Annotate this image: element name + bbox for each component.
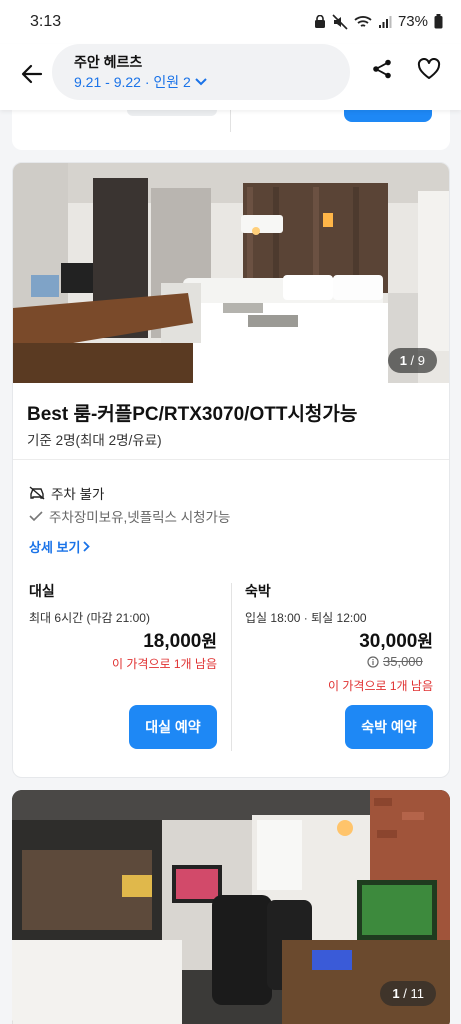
status-bar: 3:13 73% (0, 0, 461, 44)
rental-book-button[interactable]: 대실 예약 (129, 705, 217, 749)
amenity-parking-label: 주차 불가 (51, 487, 105, 502)
check-icon (29, 511, 43, 522)
mute-icon (332, 13, 348, 30)
rental-price: 18,000원 (143, 631, 217, 652)
dates-guests[interactable]: 9.21 - 9.22 · 인원 2 (74, 72, 207, 92)
stay-book-button[interactable]: 숙박 예약 (345, 705, 433, 749)
share-icon (373, 59, 391, 79)
info-icon (367, 655, 379, 668)
signal-icon (378, 15, 392, 28)
room-title: Best 룸-커플PC/RTX3070/OTT시청가능 (27, 404, 358, 425)
status-icons: 73% (314, 13, 443, 30)
next-image-counter: 1 / 11 (380, 981, 436, 1006)
stay-option: 숙박 입실 18:00 · 퇴실 12:00 (245, 581, 449, 626)
room-photo-illustration (13, 163, 449, 383)
room-photo[interactable]: 1 / 9 (13, 163, 449, 383)
amenity-note-label: 주차장미보유,넷플릭스 시청가능 (49, 510, 231, 525)
arrow-left-icon (21, 64, 43, 84)
chevron-down-icon (195, 78, 207, 86)
rental-option: 대실 최대 6시간 (마감 21:00) (29, 581, 234, 626)
place-name: 주안 헤르츠 (74, 54, 143, 70)
battery-percent: 73% (397, 13, 428, 30)
stay-info: 입실 18:00 · 퇴실 12:00 (245, 611, 367, 625)
amenity-note: 주차장미보유,넷플릭스 시청가능 (29, 506, 230, 526)
room-card: 1 / 9 Best 룸-커플PC/RTX3070/OTT시청가능 기준 2명(… (12, 162, 450, 778)
status-time: 3:13 (30, 13, 62, 30)
details-link[interactable]: 상세 보기 (29, 537, 91, 556)
wifi-icon (354, 15, 372, 27)
room-capacity: 기준 2명(최대 2명/유료) (27, 433, 162, 448)
image-counter: 1 / 9 (387, 348, 437, 373)
stay-original-price: 35,000 (367, 654, 423, 669)
divider (230, 108, 231, 132)
stay-price: 30,000원 (359, 631, 433, 652)
stay-original-price-value: 35,000 (383, 654, 423, 669)
stay-label: 숙박 (245, 583, 271, 599)
search-summary-pill[interactable]: 주안 헤르츠 9.21 - 9.22 · 인원 2 (52, 44, 350, 100)
top-app-bar: 주안 헤르츠 9.21 - 9.22 · 인원 2 (0, 44, 461, 110)
heart-icon (417, 57, 441, 79)
stay-remaining: 이 가격으로 1개 남음 (328, 679, 433, 693)
back-button[interactable] (18, 60, 46, 88)
rental-label: 대실 (29, 583, 55, 599)
rental-remaining: 이 가격으로 1개 남음 (112, 657, 217, 671)
lock-icon (314, 14, 325, 28)
next-room-card[interactable]: 1 / 11 (12, 790, 450, 1024)
no-parking-car-icon (29, 486, 45, 500)
amenity-parking: 주차 불가 (29, 483, 104, 503)
battery-icon (434, 14, 443, 29)
chevron-right-icon (83, 541, 91, 552)
previous-card-book-button[interactable] (344, 108, 432, 122)
favorite-button[interactable] (417, 57, 443, 84)
share-button[interactable] (371, 58, 397, 84)
rental-info: 최대 6시간 (마감 21:00) (29, 611, 150, 625)
dates-guests-label: 9.21 - 9.22 · 인원 2 (74, 74, 191, 90)
details-link-label: 상세 보기 (29, 540, 81, 555)
divider (13, 459, 449, 460)
